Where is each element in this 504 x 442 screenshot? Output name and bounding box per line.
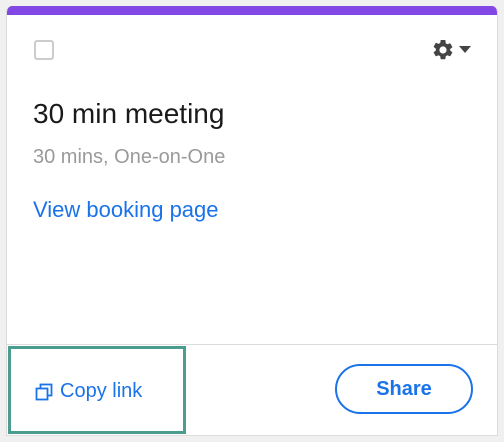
copy-icon [35,383,53,401]
gear-icon [431,38,455,62]
card-accent-bar [7,6,497,15]
copy-link-label: Copy link [60,380,143,402]
select-checkbox[interactable] [34,40,54,60]
copy-link-button[interactable]: Copy link [35,380,142,403]
settings-menu-button[interactable] [431,37,477,63]
event-title: 30 min meeting [33,98,225,129]
share-button[interactable]: Share [335,364,473,414]
event-type-card: 30 min meeting 30 mins, One-on-One View … [6,6,498,436]
event-details: 30 mins, One-on-One [33,146,226,168]
footer-divider [7,344,497,345]
caret-down-icon [459,46,471,54]
view-booking-page-link[interactable]: View booking page [33,197,219,223]
copy-link-highlight: Copy link [8,346,186,434]
